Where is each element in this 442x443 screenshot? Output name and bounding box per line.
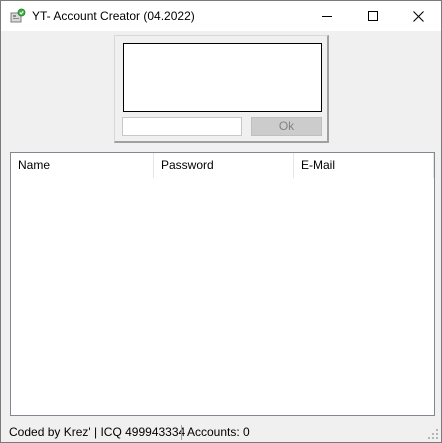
minimize-button[interactable] bbox=[304, 1, 350, 31]
status-divider bbox=[181, 425, 182, 440]
column-header-email[interactable]: E-Mail bbox=[294, 153, 434, 178]
maximize-icon bbox=[368, 11, 378, 21]
column-separator[interactable] bbox=[433, 153, 434, 178]
close-button[interactable] bbox=[395, 1, 441, 31]
column-header-label: Password bbox=[161, 158, 214, 172]
app-window: YT- Account Creator (04.2022) Ok Name Pa… bbox=[0, 0, 442, 443]
title-bar[interactable]: YT- Account Creator (04.2022) bbox=[1, 1, 441, 31]
status-accounts-count: Accounts: 0 bbox=[187, 425, 250, 439]
ok-button[interactable]: Ok bbox=[251, 117, 322, 136]
accounts-list[interactable]: Name Password E-Mail bbox=[10, 152, 435, 416]
captcha-image bbox=[123, 43, 322, 112]
minimize-icon bbox=[322, 16, 332, 17]
column-header-password[interactable]: Password bbox=[154, 153, 294, 178]
maximize-button[interactable] bbox=[350, 1, 396, 31]
captcha-input[interactable] bbox=[122, 117, 242, 136]
column-header-label: Name bbox=[18, 158, 51, 172]
resize-grip-icon[interactable] bbox=[427, 428, 439, 440]
list-header: Name Password E-Mail bbox=[11, 153, 434, 178]
status-bar: Coded by Krez' | ICQ 499943334 Accounts:… bbox=[1, 422, 441, 442]
close-icon bbox=[412, 10, 424, 22]
column-header-label: E-Mail bbox=[301, 158, 336, 172]
app-icon bbox=[10, 8, 26, 24]
captcha-panel: Ok bbox=[114, 35, 329, 143]
column-header-name[interactable]: Name bbox=[11, 153, 154, 178]
window-title: YT- Account Creator (04.2022) bbox=[32, 9, 195, 23]
status-credits: Coded by Krez' | ICQ 499943334 bbox=[9, 425, 186, 439]
